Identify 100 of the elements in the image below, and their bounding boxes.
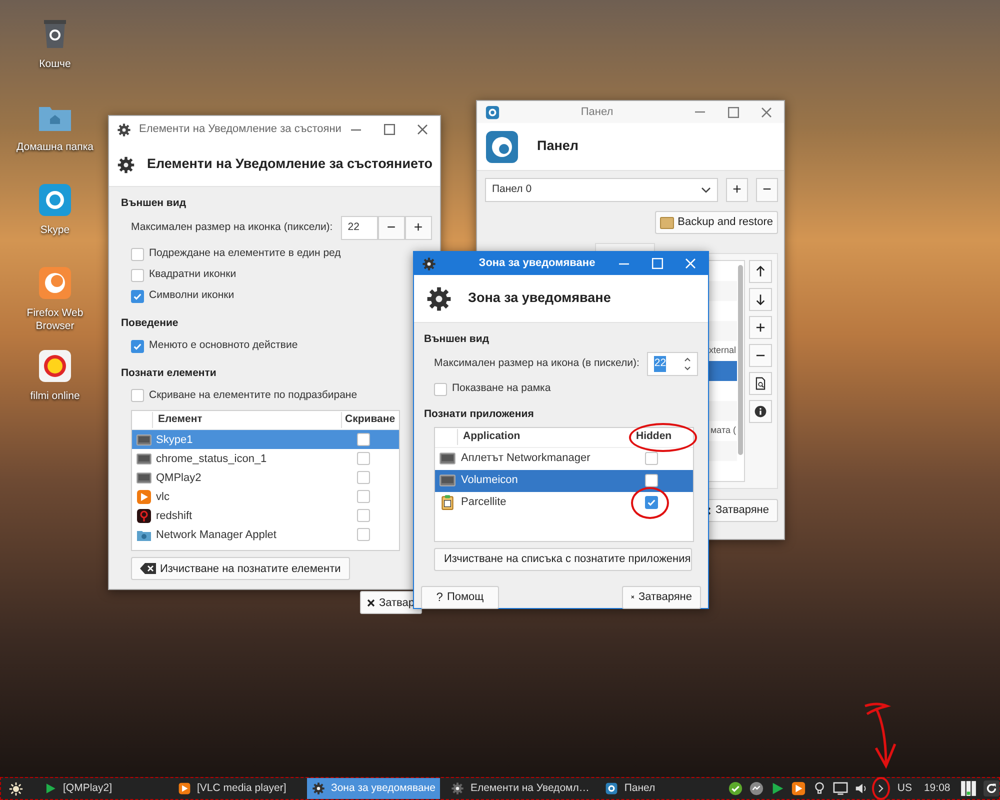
clock[interactable]: 19:08 [924, 780, 950, 796]
play-icon [44, 782, 57, 795]
arrow-down-icon [754, 293, 767, 306]
remove-button[interactable]: − [756, 178, 778, 202]
table-row[interactable]: Аплетът Networkmanager [435, 448, 693, 470]
media-player-icon [178, 782, 191, 795]
section-heading: Външен вид [424, 332, 490, 347]
add-button[interactable]: + [726, 178, 748, 202]
plus-icon [754, 321, 767, 334]
checkbox-label: Символни иконки [149, 288, 234, 304]
checkbox-label: Квадратни иконки [149, 267, 236, 282]
arrow-up-icon [754, 265, 767, 278]
table-row[interactable]: Volumeicon [435, 470, 693, 492]
caret-icon [701, 187, 711, 193]
refresh-icon[interactable] [983, 780, 1000, 797]
level-bars-icon[interactable] [960, 780, 978, 797]
checkbox-label: Скриване на елементите по подразбиране [149, 388, 358, 403]
chevron-icon[interactable] [878, 784, 884, 793]
keyboard-layout[interactable]: US [897, 780, 912, 796]
checkbox[interactable] [131, 389, 144, 402]
sun-icon[interactable] [9, 782, 23, 796]
checkbox[interactable] [357, 509, 370, 522]
box-icon [660, 216, 674, 228]
window-title: Зона за уведомяване [478, 256, 596, 272]
taskbar-button[interactable]: [QMPlay2] [39, 778, 167, 799]
table-cell-text: QMPlay2 [156, 470, 202, 486]
panel-app-icon [485, 104, 500, 120]
maximize-icon[interactable] [384, 124, 395, 135]
monitor-icon[interactable] [833, 781, 848, 796]
check-icon[interactable] [728, 781, 744, 796]
checkbox[interactable] [357, 528, 370, 542]
window-title: Панел [580, 104, 614, 120]
window-icon [136, 470, 152, 486]
taskbar-button[interactable]: [VLC media player] [173, 778, 301, 799]
move-up-button[interactable] [749, 260, 772, 283]
table-row[interactable]: vlc [132, 487, 399, 506]
dialog-heading: Елементи на Уведомление за състоянието [147, 155, 433, 174]
media-player-icon[interactable] [791, 781, 806, 796]
add-button[interactable] [749, 316, 772, 339]
spin-arrows-icon[interactable] [684, 356, 692, 371]
table-row[interactable]: Network Manager Applet [132, 525, 399, 544]
section-heading: Външен вид [121, 196, 186, 211]
close-button[interactable]: Затваряне [622, 586, 701, 608]
section-heading: Поведение [121, 316, 178, 331]
table-row[interactable]: Parcellite [435, 492, 693, 514]
backup-button[interactable]: Backup and restore [654, 211, 778, 234]
desktop-icon-label: Домашна папка [16, 141, 94, 154]
increment-button[interactable]: + [404, 216, 432, 240]
section-heading: Познати елементи [121, 366, 216, 380]
help-button[interactable]: ? Помощ [421, 586, 499, 608]
column-header[interactable]: Скриване [341, 412, 399, 428]
table-cell-text: Аплетът Networkmanager [461, 451, 592, 466]
checkbox[interactable] [357, 471, 370, 484]
table-row[interactable]: QMPlay2 [132, 468, 399, 488]
close-icon [631, 593, 634, 601]
column-header[interactable]: Hidden [636, 430, 672, 442]
table-cell-text: Volumeicon [461, 473, 519, 488]
taskbar-button[interactable]: Елементи на Уведомл… [446, 778, 594, 799]
close-icon[interactable] [417, 124, 428, 135]
maximize-icon[interactable] [728, 106, 739, 118]
decrement-button[interactable]: − [378, 216, 405, 240]
desktop-icon-label: filmi online [30, 390, 80, 403]
play-icon[interactable] [770, 781, 786, 796]
checkbox-label: Подреждане на елементите в един ред [149, 246, 341, 262]
checkbox[interactable] [434, 382, 447, 396]
checkbox[interactable] [645, 496, 658, 509]
app-icon [485, 130, 519, 164]
pin-icon [136, 508, 152, 524]
table-row[interactable]: chrome_status_icon_1 [132, 449, 399, 468]
window-icon [439, 450, 456, 467]
checkbox[interactable] [357, 433, 370, 446]
checkbox[interactable] [131, 248, 144, 261]
checkbox[interactable] [131, 340, 144, 352]
checkbox[interactable] [645, 452, 658, 465]
taskbar-button[interactable]: Панел [600, 778, 728, 799]
settings-icon [117, 156, 135, 174]
column-header[interactable]: Елемент [152, 412, 341, 428]
checkbox[interactable] [357, 452, 370, 466]
number-field[interactable]: 22 [340, 216, 378, 240]
info-button[interactable] [749, 400, 772, 423]
scrollbar[interactable] [738, 265, 743, 455]
table-row[interactable]: redshift [132, 506, 399, 526]
checkbox[interactable] [131, 290, 144, 303]
column-header[interactable]: Application [463, 430, 520, 442]
checkbox[interactable] [357, 490, 370, 504]
close-icon[interactable] [761, 106, 772, 118]
section-heading: Познати приложения [424, 406, 534, 422]
settings-icon [426, 286, 452, 312]
move-down-button[interactable] [749, 288, 772, 311]
table-cell-text: Network Manager Applet [156, 528, 278, 542]
clear-icon [140, 563, 156, 574]
document-button[interactable] [749, 372, 772, 395]
checkbox[interactable] [645, 474, 658, 487]
panel-dropdown[interactable]: Панел 0 [485, 178, 718, 202]
checkbox[interactable] [131, 268, 144, 282]
chat-bubble-icon[interactable] [749, 781, 764, 796]
clear-button[interactable]: Изчистване на списъка с познатите приложения [434, 548, 692, 570]
settings-icon [312, 782, 325, 795]
clear-button[interactable]: Изчистване на познатите елементи [131, 557, 350, 580]
table-cell-text: redshift [156, 508, 194, 524]
